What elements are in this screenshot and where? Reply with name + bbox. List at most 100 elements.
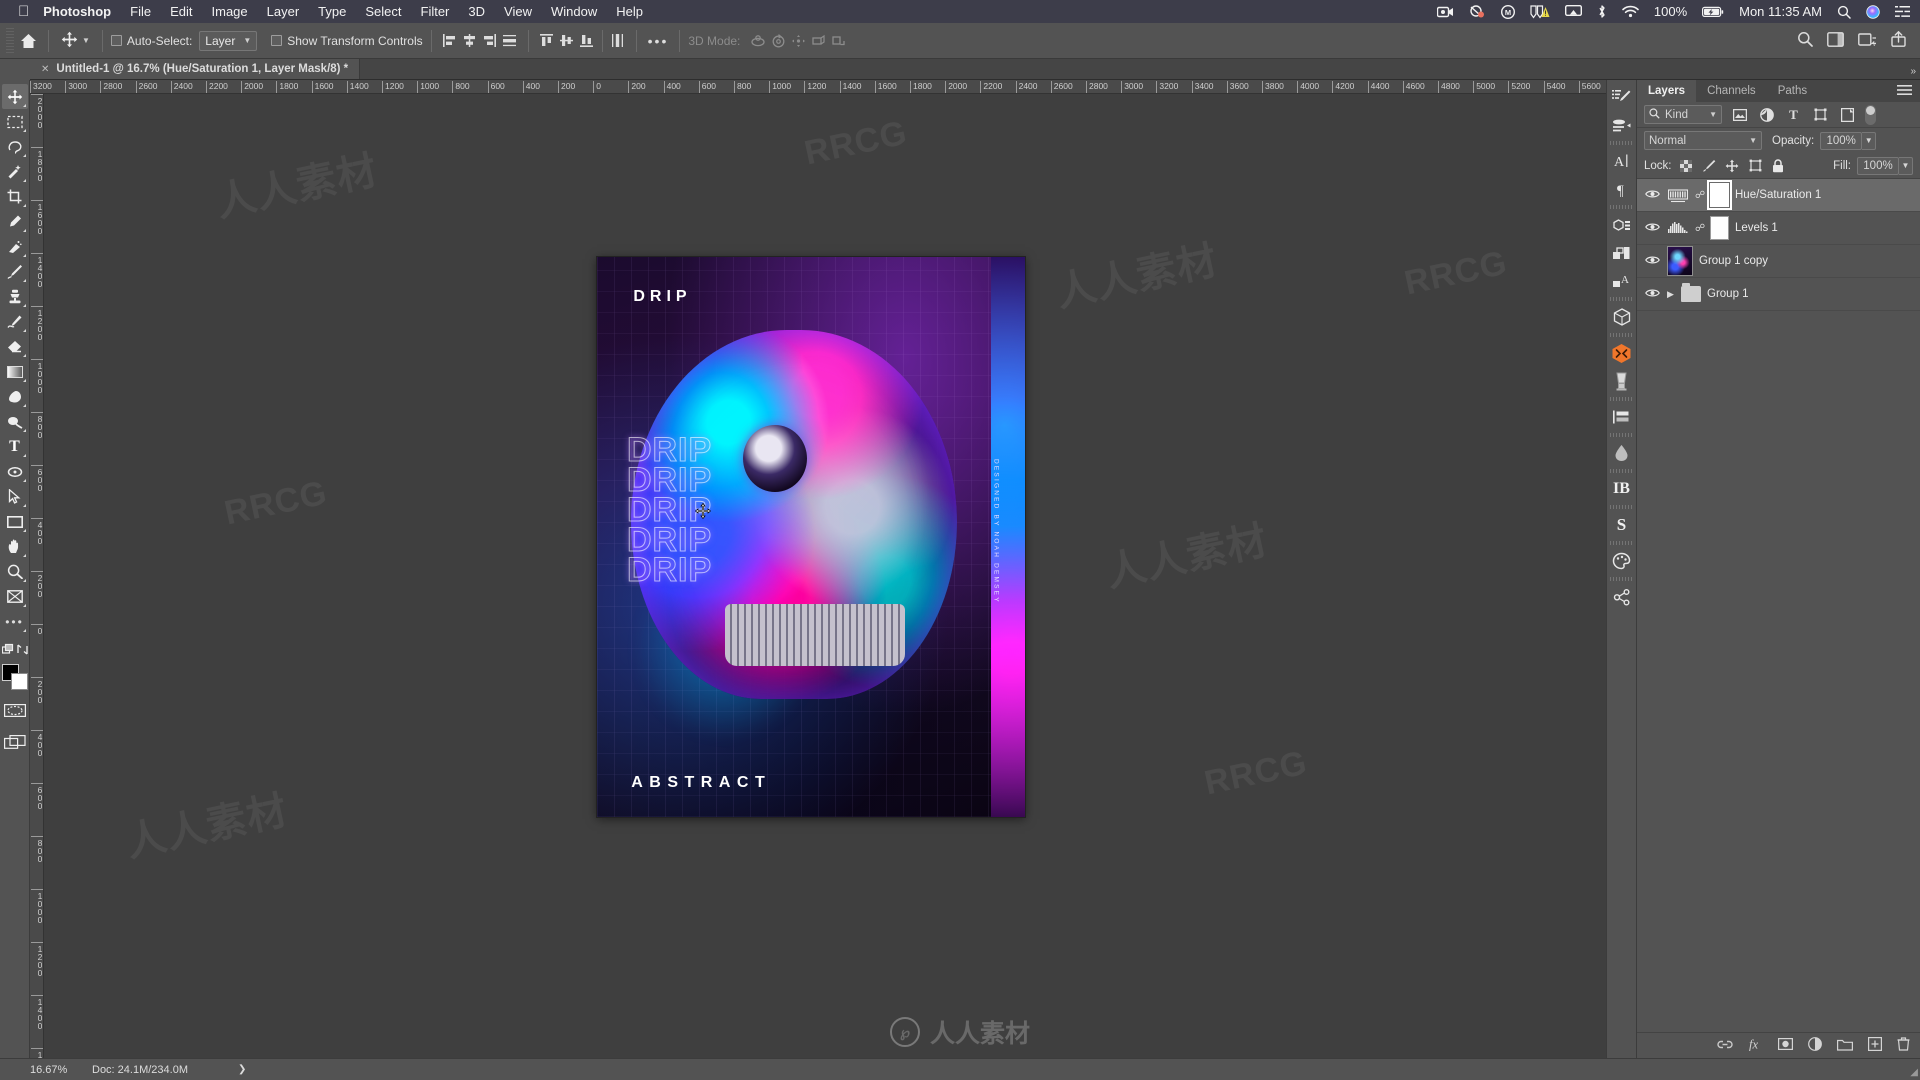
menu-item-view[interactable]: View (504, 4, 532, 19)
control-center-icon[interactable] (1895, 5, 1910, 18)
close-icon[interactable]: ✕ (41, 64, 49, 75)
snip-icon[interactable] (1469, 5, 1486, 18)
edit-toolbar-button[interactable]: ••• (2, 609, 28, 634)
layer-name[interactable]: Group 1 copy (1699, 255, 1768, 267)
pixel-layer-filter-icon[interactable] (1730, 105, 1749, 124)
layer-filter-kind-dropdown[interactable]: Kind ▼ (1644, 105, 1722, 124)
move-tool[interactable] (1, 84, 28, 109)
show-transform-controls-checkbox[interactable] (271, 35, 283, 46)
options-bar-grip[interactable] (6, 27, 14, 54)
workspace-icon[interactable] (1827, 31, 1844, 50)
new-layer-icon[interactable] (1868, 1037, 1883, 1054)
link-layers-icon[interactable] (1717, 1039, 1733, 1053)
auto-select-checkbox[interactable] (110, 35, 122, 46)
search-icon[interactable] (1837, 5, 1851, 19)
share-icon[interactable] (1891, 30, 1906, 50)
menubar-clock[interactable]: Mon 11:35 AM (1739, 4, 1822, 19)
character-styles-panel-icon[interactable]: A (1608, 267, 1635, 295)
shape-layer-filter-icon[interactable] (1811, 105, 1830, 124)
quick-mask-icon[interactable] (2, 698, 28, 723)
substance-3d-icon[interactable] (1608, 339, 1635, 367)
spot-healing-brush-tool[interactable] (2, 234, 28, 259)
distribute-vertical-icon[interactable] (608, 31, 628, 51)
table-row[interactable]: ☍ Levels 1 (1637, 212, 1920, 245)
object-selection-tool[interactable] (2, 159, 28, 184)
gradient-tool[interactable] (2, 359, 28, 384)
blend-mode-dropdown[interactable]: Normal ▼ (1644, 131, 1762, 150)
layer-mask-thumb[interactable] (1710, 216, 1729, 240)
arrange-documents-icon[interactable] (1858, 32, 1877, 50)
rectangular-marquee-tool[interactable] (2, 109, 28, 134)
menu-item-layer[interactable]: Layer (267, 4, 300, 19)
battery-icon[interactable] (1702, 6, 1724, 18)
layer-visibility-icon[interactable] (1644, 189, 1661, 202)
vertical-ruler[interactable]: 2000 1800 1600 1400 1200 1000 800 600 400 200 0 200… (30, 94, 44, 1058)
menu-item-help[interactable]: Help (616, 4, 643, 19)
lasso-tool[interactable] (2, 134, 28, 159)
fill-stepper[interactable]: ▼ (1899, 156, 1913, 175)
eyedropper-tool[interactable] (2, 209, 28, 234)
type-tool[interactable]: T (2, 434, 28, 459)
paragraph-panel-icon[interactable]: ¶ (1608, 175, 1635, 203)
home-icon[interactable] (16, 29, 40, 53)
bluetooth-icon[interactable] (1597, 4, 1607, 19)
brush-settings-panel-icon[interactable] (1608, 111, 1635, 139)
color-swatches[interactable] (1, 664, 28, 690)
align-vertical-centers-icon[interactable] (557, 31, 577, 51)
tab-layers[interactable]: Layers (1637, 80, 1697, 102)
clone-stamp-tool[interactable] (2, 284, 28, 309)
frame-tool[interactable] (2, 584, 28, 609)
toolbar-extra-icons[interactable] (1, 640, 28, 660)
new-fill-adjustment-icon[interactable] (1808, 1037, 1822, 1054)
warning-icon[interactable] (1530, 4, 1550, 19)
menu-item-filter[interactable]: Filter (421, 4, 450, 19)
siri-icon[interactable] (1866, 4, 1880, 19)
tab-channels[interactable]: Channels (1696, 80, 1767, 102)
align-top-edges-icon[interactable] (537, 31, 557, 51)
menu-item-file[interactable]: File (130, 4, 151, 19)
brush-tool[interactable] (2, 259, 28, 284)
airplay-icon[interactable] (1564, 5, 1582, 18)
menu-item-photoshop[interactable]: Photoshop (43, 4, 111, 19)
layer-mask-link-icon[interactable]: ☍ (1695, 223, 1705, 234)
eraser-tool[interactable] (2, 334, 28, 359)
monosnap-icon[interactable]: M (1500, 4, 1515, 19)
layer-mask-link-icon[interactable]: ☍ (1695, 190, 1705, 201)
path-selection-tool[interactable] (2, 484, 28, 509)
apple-logo-icon[interactable]:  (18, 4, 29, 19)
levels-adjustment-thumb[interactable] (1667, 218, 1689, 238)
chevron-right-icon[interactable]: ❯ (238, 1064, 246, 1075)
menu-item-window[interactable]: Window (551, 4, 597, 19)
brushes-panel-icon[interactable] (1608, 83, 1635, 111)
chevron-down-icon[interactable]: ▼ (82, 36, 90, 45)
table-row[interactable]: ☍ Hue/Saturation 1 (1637, 179, 1920, 212)
lock-position-icon[interactable] (1724, 157, 1741, 174)
menu-item-type[interactable]: Type (318, 4, 346, 19)
dodge-tool[interactable] (2, 409, 28, 434)
layer-visibility-icon[interactable] (1644, 288, 1661, 301)
type-layer-filter-icon[interactable]: T (1784, 105, 1803, 124)
more-options-button[interactable]: ••• (645, 29, 672, 53)
fill-value[interactable]: 100% (1857, 156, 1899, 175)
blender-icon[interactable] (1608, 367, 1635, 395)
layer-mask-thumb[interactable] (1707, 180, 1732, 210)
lock-image-pixels-icon[interactable] (1701, 157, 1718, 174)
hand-tool[interactable] (2, 534, 28, 559)
table-row[interactable]: ▶ Group 1 (1637, 278, 1920, 311)
document-canvas[interactable]: DRIP DRIP DRIP DRIP DRIP DRIP ABSTRACT DESIG… (597, 257, 1025, 817)
folder-icon[interactable] (1681, 283, 1701, 302)
lock-all-icon[interactable] (1770, 157, 1787, 174)
zoom-tool[interactable] (2, 559, 28, 584)
3d-panel-icon[interactable] (1608, 303, 1635, 331)
crop-tool[interactable] (2, 184, 28, 209)
menu-item-select[interactable]: Select (365, 4, 401, 19)
hue-saturation-adjustment-thumb[interactable] (1667, 185, 1689, 205)
layer-visibility-icon[interactable] (1644, 222, 1661, 235)
panel-menu-icon[interactable] (1889, 80, 1920, 102)
lock-transparent-pixels-icon[interactable] (1678, 157, 1695, 174)
wifi-icon[interactable] (1622, 5, 1639, 18)
layers-panel-icon[interactable] (1608, 239, 1635, 267)
screen-record-icon[interactable] (1436, 6, 1454, 18)
current-tool-preset[interactable]: ▼ (57, 28, 94, 54)
swatches-panel-icon[interactable] (1608, 547, 1635, 575)
